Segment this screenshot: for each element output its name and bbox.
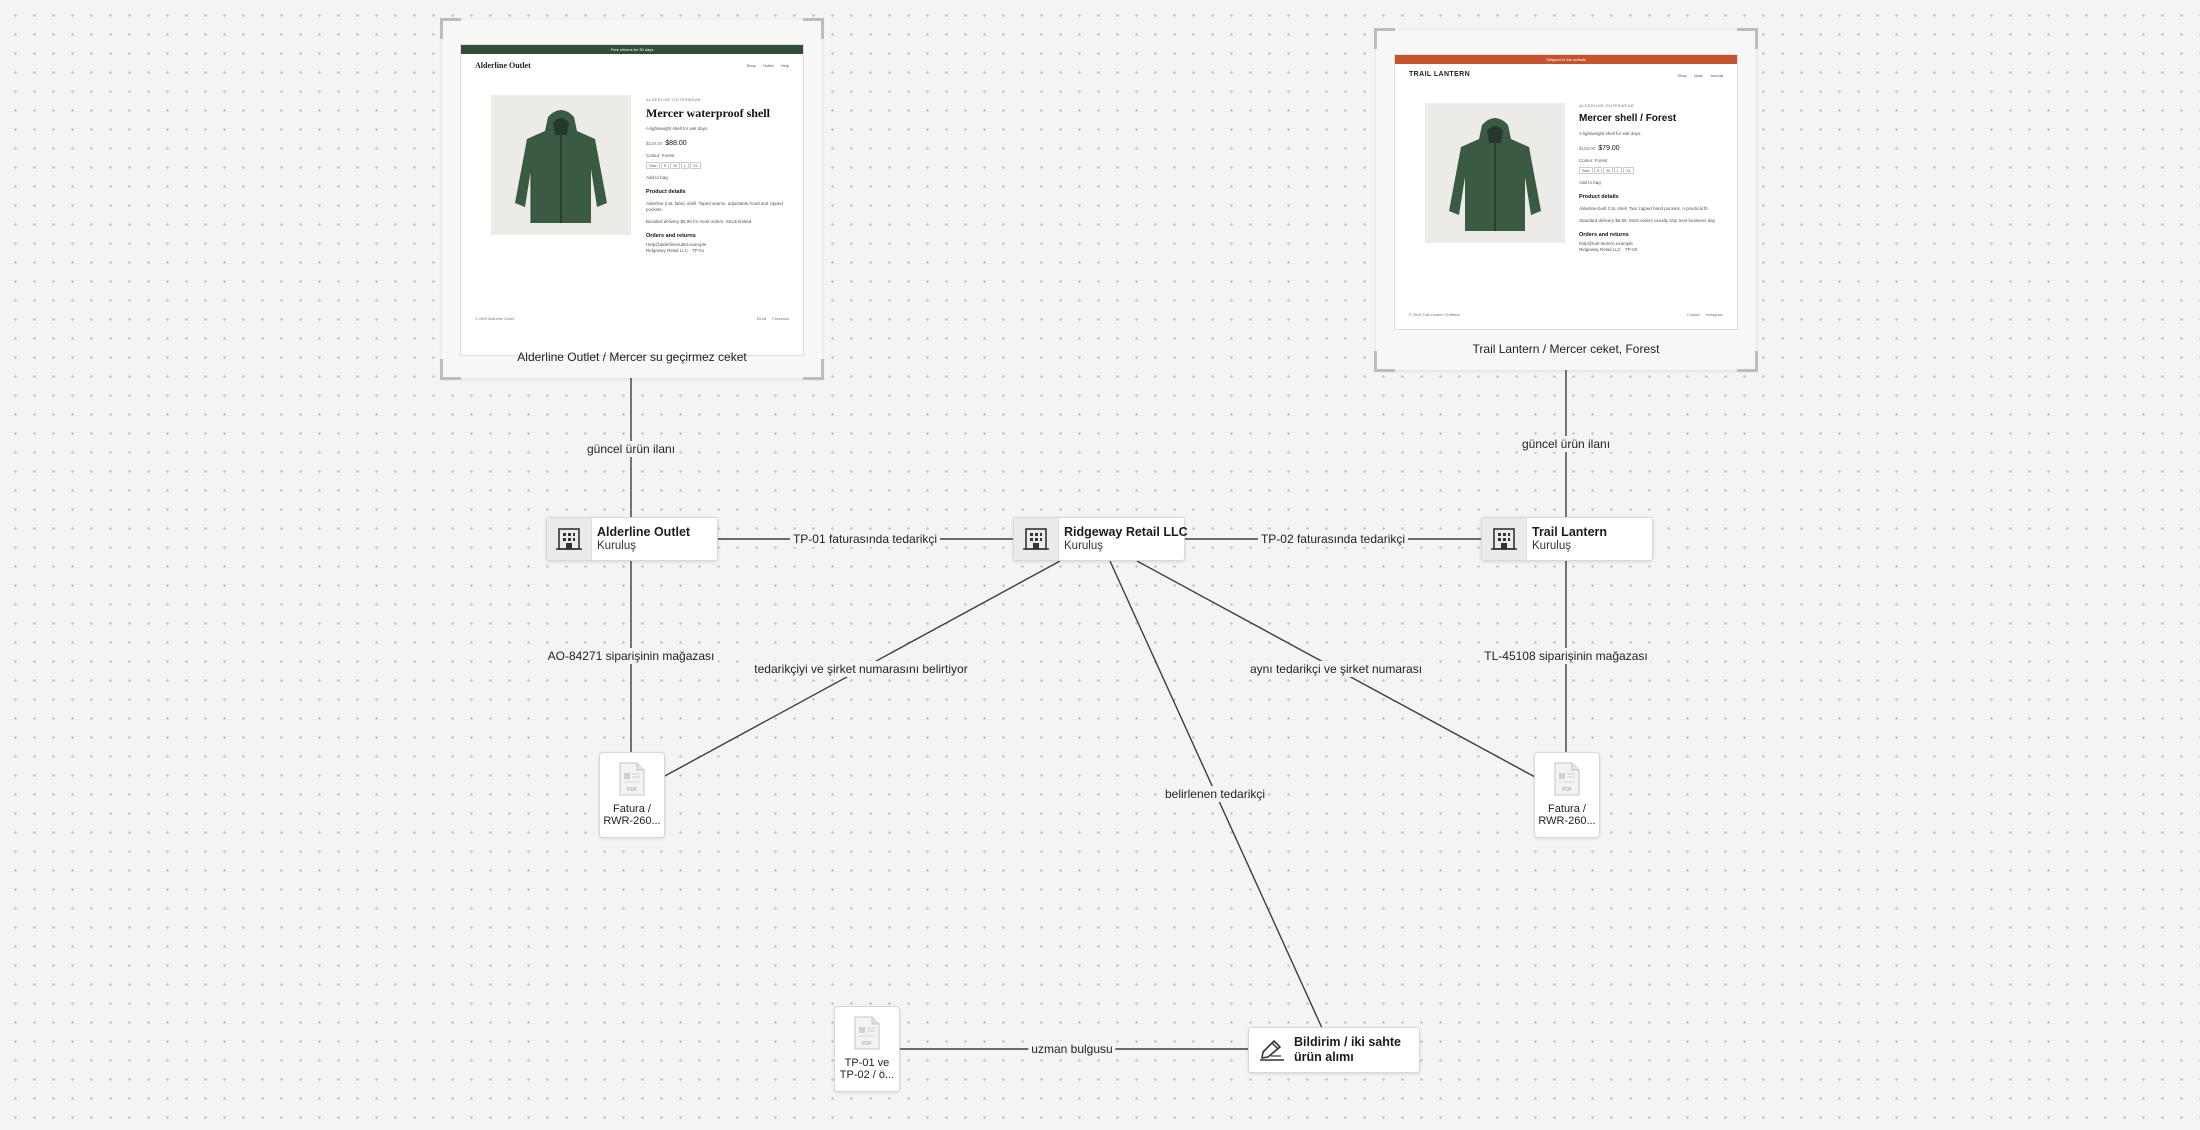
edge-label-same-supplier: aynı tedarikçi ve şirket numarası	[1246, 661, 1426, 677]
details-text-1: Alderline 2.5L fabric shell. Taped seams…	[646, 201, 783, 212]
entity-type: Kuruluş	[597, 540, 636, 552]
product-photo	[491, 95, 631, 235]
edge-label-named-supplier: belirlenen tedarikçi	[1161, 786, 1269, 802]
details-text-2: Standard delivery $6.95. Most orders usu…	[1579, 218, 1716, 223]
product-photo	[1425, 103, 1565, 243]
site-footer: © 2024 Alderline Outlet Email Facebook	[475, 317, 789, 321]
product-title: Mercer shell / Forest	[1579, 113, 1677, 124]
edge-label-tp02: TP-02 faturasında tedarikçi	[1257, 531, 1409, 547]
pdf-file-icon: PDF	[619, 762, 645, 796]
edge-label-tp01: TP-01 faturasında tedarikçi	[789, 531, 941, 547]
finding-title: Bildirim / iki sahte ürün alımı	[1294, 1035, 1401, 1064]
document-node-tp-docs[interactable]: PDF TP-01 ve TP-02 / ö...	[834, 1006, 900, 1092]
entity-node-trail[interactable]: Trail Lantern Kuruluş	[1481, 517, 1653, 561]
site-logo: Alderline Outlet	[475, 61, 531, 70]
promo-banner: Free returns for 30 days	[461, 45, 803, 54]
jacket-image	[1449, 118, 1541, 231]
product-colour: Colour: Forest	[1579, 158, 1608, 163]
product-price: $109.00 $79.00	[1579, 145, 1620, 152]
website-caption-trail: Trail Lantern / Mercer ceket, Forest	[1472, 342, 1660, 356]
document-label: Fatura / RWR-260...	[1538, 803, 1596, 827]
pdf-file-icon: PDF	[854, 1016, 880, 1050]
edge-label-tl-order: TL-45108 siparişinin mağazası	[1481, 648, 1651, 664]
details-heading: Product details	[646, 189, 686, 195]
entity-title: Ridgeway Retail LLC	[1064, 525, 1188, 539]
orders-text-2: Ridgeway Retail LLC · TP-02	[1579, 247, 1638, 252]
orders-text-2: Ridgeway Retail LLC · TP-01	[646, 248, 705, 253]
building-icon	[1014, 518, 1059, 560]
details-text-1: Alderline-built 2.5L shell. Two zipped h…	[1579, 206, 1709, 211]
entity-title: Alderline Outlet	[597, 525, 691, 539]
product-title: Mercer waterproof shell	[646, 106, 770, 120]
svg-text:PDF: PDF	[627, 787, 637, 793]
product-price: $129.00 $88.00	[646, 140, 687, 147]
add-to-bag: Add to bag	[1579, 180, 1601, 185]
svg-text:PDF: PDF	[862, 1041, 872, 1047]
product-eyebrow: ALDERLINE OUTERWEAR	[1579, 103, 1634, 108]
finding-node[interactable]: Bildirim / iki sahte ürün alımı	[1248, 1027, 1420, 1073]
document-node-invoice-2[interactable]: PDF Fatura / RWR-260...	[1534, 752, 1600, 838]
edge-label-expert: uzman bulgusu	[1028, 1041, 1116, 1057]
add-to-bag: Add to bag	[646, 175, 668, 180]
entity-title: Trail Lantern	[1532, 525, 1608, 539]
product-colour: Colour: Forest	[646, 153, 675, 158]
details-heading: Product details	[1579, 194, 1619, 200]
site-footer: © 2024 Trail Lantern Outfitters Contact …	[1409, 313, 1723, 317]
website-caption-alderline: Alderline Outlet / Mercer su geçirmez ce…	[517, 350, 747, 364]
pdf-file-icon: PDF	[1554, 762, 1580, 796]
site-nav: Shop Outlet Help	[746, 63, 789, 68]
jacket-image	[515, 110, 607, 223]
building-icon	[1482, 518, 1527, 560]
building-icon	[547, 518, 592, 560]
edge-label-supplier-id: tedarikçiyi ve şirket numarasını belirti…	[751, 661, 971, 677]
website-node-alderline[interactable]: Free returns for 30 days Alderline Outle…	[440, 18, 824, 380]
size-selector[interactable]: Size S M L XL	[1579, 167, 1729, 174]
entity-node-ridgeway[interactable]: Ridgeway Retail LLC Kuruluş	[1013, 517, 1188, 561]
size-selector[interactable]: Size S M L XL	[646, 162, 791, 169]
document-label: Fatura / RWR-260...	[603, 803, 661, 827]
edge-label-ao-order: AO-84271 siparişinin mağazası	[544, 648, 718, 664]
document-label: TP-01 ve TP-02 / ö...	[839, 1057, 895, 1081]
entity-type: Kuruluş	[1064, 540, 1103, 552]
pen-icon	[1260, 1040, 1284, 1061]
site-nav: Shop Gear Journal	[1677, 73, 1723, 78]
details-text-2: Bundled delivery $5.95 for most orders. …	[646, 219, 753, 224]
graph-edges	[630, 370, 1567, 1050]
site-logo: TRAIL LANTERN	[1409, 71, 1471, 78]
website-screenshot-alderline: Free returns for 30 days Alderline Outle…	[460, 44, 804, 356]
orders-heading: Orders and returns	[646, 233, 696, 239]
svg-text:PDF: PDF	[1562, 787, 1572, 793]
product-subtitle: A lightweight shell for wet days.	[1579, 131, 1642, 136]
product-eyebrow: ALDERLINE OUTERWEAR	[646, 97, 701, 102]
entity-node-alderline[interactable]: Alderline Outlet Kuruluş	[546, 517, 718, 561]
edge-label-trail-site: güncel ürün ilanı	[1518, 436, 1614, 452]
edge-label-alderline-site: güncel ürün ilanı	[583, 441, 679, 457]
product-subtitle: A lightweight shell for wet days.	[646, 126, 709, 131]
document-node-invoice-1[interactable]: PDF Fatura / RWR-260...	[599, 752, 665, 838]
entity-type: Kuruluş	[1532, 540, 1571, 552]
orders-heading: Orders and returns	[1579, 232, 1629, 238]
promo-banner: Shipped to the outside	[1395, 55, 1737, 64]
website-node-trail[interactable]: Shipped to the outside TRAIL LANTERN Sho…	[1374, 28, 1758, 372]
website-screenshot-trail: Shipped to the outside TRAIL LANTERN Sho…	[1394, 54, 1738, 330]
